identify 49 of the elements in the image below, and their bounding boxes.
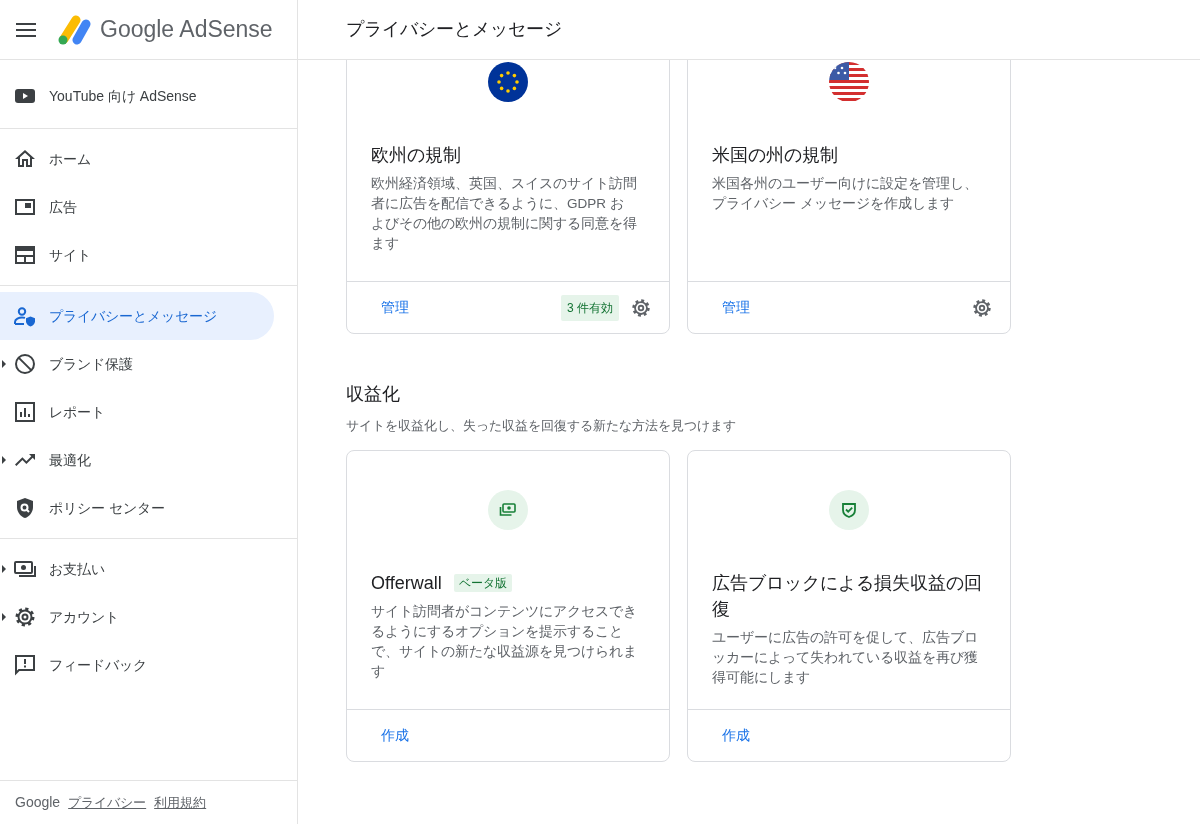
sidebar-item[interactable]: お支払い	[0, 545, 274, 593]
expand-arrow-icon	[2, 565, 6, 573]
expand-arrow-icon	[2, 456, 6, 464]
settings-icon	[630, 296, 652, 319]
page-title: プライバシーとメッセージ	[346, 18, 562, 41]
status-chip: 3 件有効	[561, 294, 619, 321]
card-title: 広告ブロックによる損失収益の回復	[712, 571, 983, 621]
card-title: 欧州の規制	[371, 144, 461, 167]
footer-link[interactable]: 利用規約	[154, 792, 207, 813]
card-action-button[interactable]: 管理	[371, 291, 419, 324]
sidebar-item[interactable]: 最適化	[0, 436, 274, 484]
expand-arrow-icon	[2, 360, 6, 368]
card-description: 欧州経済領域、英国、スイスのサイト訪問者に広告を配信できるように、GDPR およびその他の欧州の規制に関する同意を得ます	[371, 175, 638, 253]
sidebar-item[interactable]: サイト	[0, 231, 274, 279]
card-action-button[interactable]: 作成	[371, 718, 419, 752]
eu-flag-icon	[488, 62, 528, 102]
block-icon	[13, 352, 37, 376]
beta-badge: ベータ版	[453, 573, 512, 592]
settings-icon	[971, 296, 993, 319]
sidebar-item[interactable]: YouTube 向け AdSense	[0, 72, 274, 120]
cash-icon	[488, 489, 528, 530]
expand-arrow-icon	[2, 613, 6, 621]
shield-check-icon	[829, 489, 869, 530]
sidebar-item[interactable]: 広告	[0, 183, 274, 231]
feedback-icon	[13, 653, 37, 677]
logo-icon	[56, 14, 92, 45]
card-title: Offerwall	[371, 571, 442, 595]
footer-link[interactable]: プライバシー	[68, 792, 147, 813]
sidebar-item[interactable]: フィードバック	[0, 641, 274, 689]
sidebar-item[interactable]: レポート	[0, 388, 274, 436]
logo-text: Google AdSense	[100, 15, 273, 45]
card-action-button[interactable]: 管理	[712, 291, 760, 324]
card-description: ユーザーに広告の許可を促して、広告ブロッカーによって失われている収益を再び獲得可能にします	[712, 628, 979, 687]
privacy-icon	[13, 304, 37, 328]
card-action-button[interactable]: 作成	[712, 718, 760, 752]
footer-brand: Google	[15, 793, 61, 812]
card-title: 米国の州の規制	[712, 144, 838, 167]
bar-chart-icon	[13, 400, 37, 424]
card-description: サイト訪問者がコンテンツにアクセスできるようにするオプションを提示することで、サイトの新たな収益源を見つけられます	[371, 602, 638, 681]
settings-icon	[13, 605, 37, 629]
section-title: 収益化	[346, 383, 401, 406]
sidebar-item[interactable]: ホーム	[0, 135, 274, 183]
site-layout-icon	[13, 243, 37, 267]
card-description: 米国各州のユーザー向けに設定を管理し、プライバシー メッセージを作成します	[712, 175, 979, 213]
section-description: サイトを収益化し、失った収益を回復する新たな方法を見つけます	[346, 417, 737, 435]
sidebar-item[interactable]: アカウント	[0, 593, 274, 641]
sidebar-item[interactable]: プライバシーとメッセージ	[0, 292, 274, 340]
sidebar-item[interactable]: ブランド保護	[0, 340, 274, 388]
sidebar-item[interactable]: ポリシー センター	[0, 484, 274, 532]
